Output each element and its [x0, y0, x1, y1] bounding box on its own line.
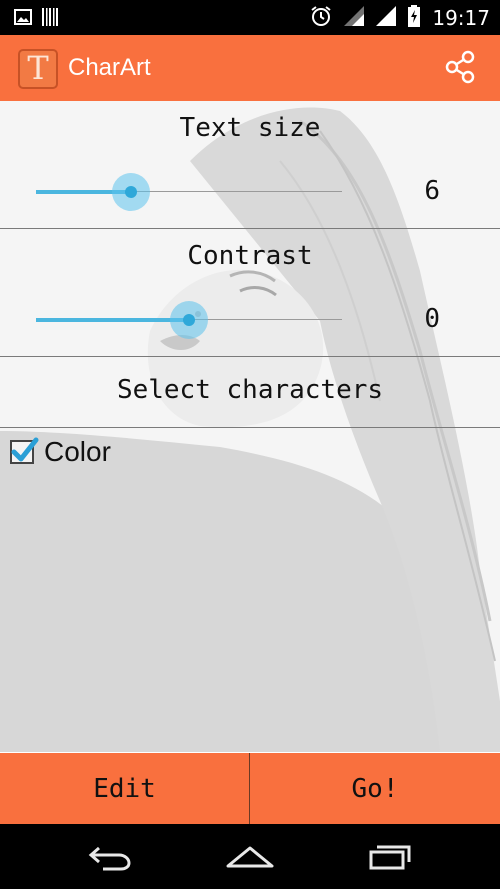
- recent-apps-button[interactable]: [360, 834, 420, 879]
- main-content: Text size 6 Contrast 0 Select characters: [0, 101, 500, 752]
- text-size-slider[interactable]: [36, 172, 342, 212]
- share-button[interactable]: [440, 49, 480, 89]
- slider-fill: [36, 318, 189, 322]
- navigation-bar: [0, 824, 500, 889]
- clock-time: 19:17: [432, 5, 490, 30]
- color-checkbox[interactable]: [10, 437, 39, 464]
- recent-apps-icon: [369, 845, 411, 869]
- home-icon: [226, 846, 274, 867]
- barcode-icon: [42, 8, 58, 30]
- app-title: CharArt: [68, 54, 151, 81]
- go-button[interactable]: Go!: [250, 753, 500, 825]
- action-bar: Edit Go!: [0, 752, 500, 825]
- text-size-label: Text size: [179, 113, 321, 143]
- contrast-section: Contrast 0: [0, 229, 500, 357]
- wifi-icon: [344, 5, 365, 30]
- share-icon: [443, 50, 477, 88]
- app-bar: T CharArt: [0, 35, 500, 101]
- checkmark-icon: [11, 437, 39, 462]
- slider-thumb[interactable]: [125, 186, 137, 198]
- app-logo-icon: T: [18, 49, 58, 89]
- select-characters-button[interactable]: Select characters: [0, 357, 500, 428]
- image-icon: [14, 9, 32, 29]
- signal-icon: [376, 5, 397, 30]
- edit-button[interactable]: Edit: [0, 753, 250, 825]
- back-button[interactable]: [80, 834, 140, 879]
- back-icon: [88, 846, 131, 870]
- select-characters-label: Select characters: [116, 375, 384, 405]
- text-size-value: 6: [424, 176, 440, 206]
- slider-thumb[interactable]: [183, 314, 195, 326]
- color-checkbox-row[interactable]: Color: [10, 436, 111, 468]
- contrast-value: 0: [424, 304, 440, 334]
- contrast-slider[interactable]: [36, 300, 342, 340]
- home-button[interactable]: [220, 834, 280, 879]
- contrast-label: Contrast: [187, 241, 313, 271]
- battery-charging-icon: [408, 4, 421, 31]
- alarm-icon: [310, 5, 332, 31]
- status-bar: 19:17: [0, 0, 500, 35]
- app-logo-letter: T: [27, 49, 49, 87]
- text-size-section: Text size 6: [0, 101, 500, 229]
- color-checkbox-label: Color: [44, 436, 111, 467]
